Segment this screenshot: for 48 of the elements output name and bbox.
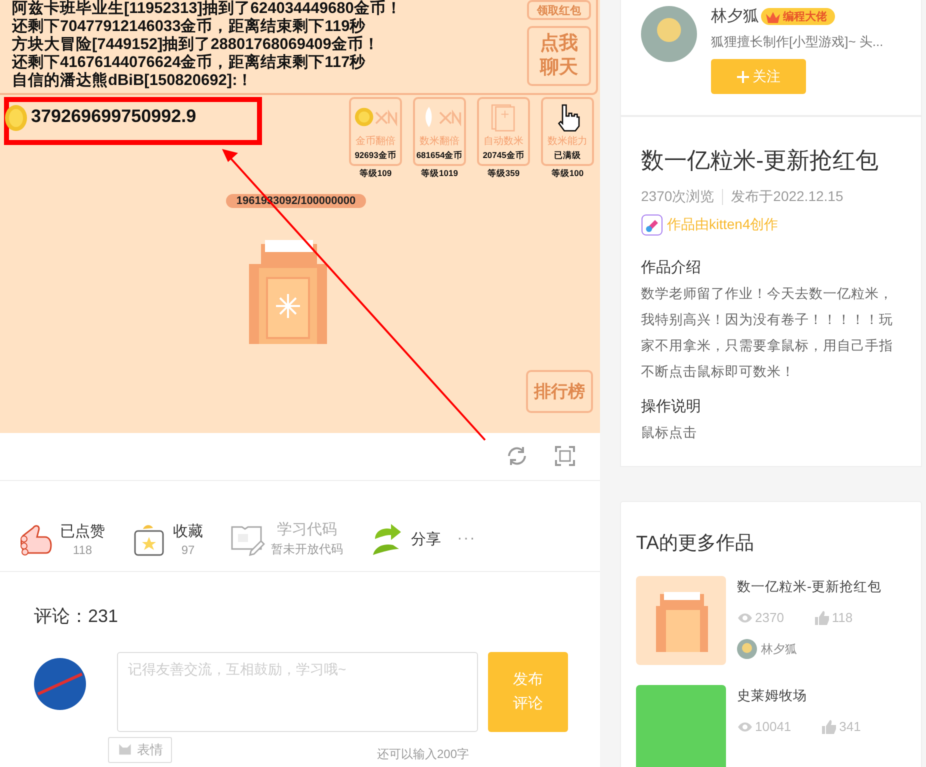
remaining-characters: 还可以输入200字 [376,746,469,763]
upgrade-level: 等级100 [551,168,584,180]
like-button[interactable]: 已点赞 118 [18,521,105,557]
view-count: 10041 [755,719,792,734]
work-title: 数一亿粒米-更新抢红包 [641,146,880,175]
share-button[interactable]: 分享 [369,521,441,557]
like-count: 118 [832,610,853,625]
section-heading: TA的更多作品 [636,532,755,556]
view-count: 2370 [755,610,784,625]
upgrade-button[interactable]: 自动数米 20745金币 [477,97,530,166]
author-name[interactable]: 林夕狐 [761,640,797,658]
work-description: 数学老师留了作业！今天去数一亿粒米，我特别高兴！因为没有卷子！！！！！玩家不用拿米，只需要拿鼠标，用自己手指不断点击鼠标即可数米！ [641,285,894,381]
like-count: 341 [839,719,861,734]
refresh-icon[interactable] [506,445,528,467]
crown-icon [765,10,781,24]
comment-count: 评论：231 [34,605,120,628]
upgrade-button[interactable]: 数米能力 已满级 [541,97,594,166]
upgrade-level: 等级359 [487,168,520,180]
cat-face-icon [117,743,133,757]
avatar-placeholder [737,639,757,659]
view-count: 2370次浏览 [641,188,714,206]
publish-date: 发布于2022.12.15 [731,188,844,206]
collect-button[interactable]: 收藏 97 [131,521,203,557]
coin-score: 379269699750992.9 [31,106,196,127]
upgrade-level: 等级1019 [421,168,458,180]
work-title[interactable]: 数一亿粒米-更新抢红包 [737,578,882,596]
thumb-up-icon [821,720,838,734]
upgrade-level: 等级109 [359,168,392,180]
coin-icon [5,105,27,131]
avatar-placeholder [641,6,697,62]
section-heading: 作品介绍 [641,258,702,277]
fullscreen-icon[interactable] [554,445,576,467]
plus-icon [736,70,748,82]
work-title[interactable]: 史莱姆牧场 [737,687,861,705]
user-avatar [34,658,86,710]
chat-log: 阿兹卡班毕业生[11952313]抽到了624034449680金币！ 还剩下70477912146033金币，距离结束剩下119秒 方块大冒险[7449152]抽到了28801768069409金币！ 还剩下41676144076624金币，距离结束剩下117秒 自信的潘达熊dBiB[150820692]:！ [10,0,402,91]
thumb-up-icon [814,610,830,624]
upgrade-button[interactable]: 金币翻倍 92693金币 [349,97,402,166]
author-bio: 狐狸擅长制作[小型游戏]~ 头... [711,33,884,51]
rank-badge: 编程大佬 [761,8,835,25]
creator-label: 作品由kitten4创作 [667,216,778,234]
eye-icon [737,610,753,624]
eye-icon [737,720,753,734]
upgrade-button[interactable]: 数米翻倍 681654金币 [413,97,466,166]
author-name[interactable]: 林夕狐 [711,6,759,27]
app-logo-icon [641,214,663,236]
section-heading: 操作说明 [641,397,702,416]
instructions-text: 鼠标点击 [641,424,698,442]
